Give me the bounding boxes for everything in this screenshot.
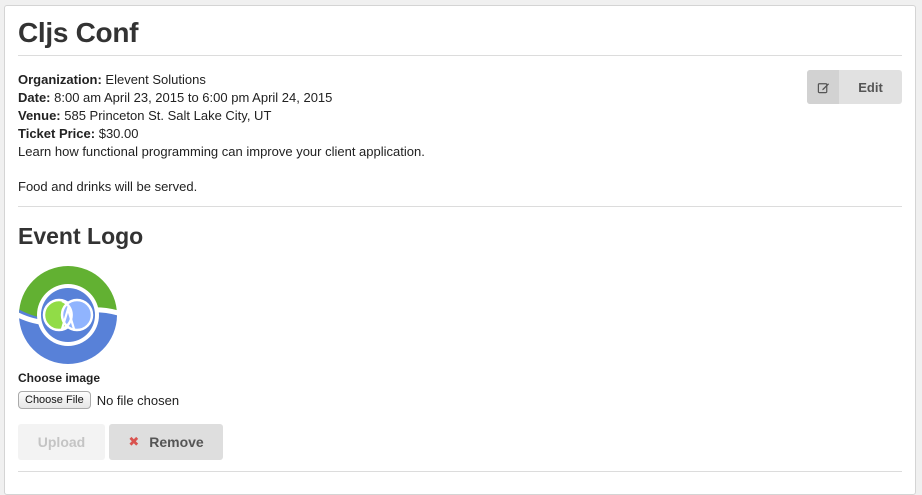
- date-value: 8:00 am April 23, 2015 to 6:00 pm April …: [54, 90, 333, 105]
- file-input: Choose File No file chosen: [18, 391, 179, 409]
- price-label: Ticket Price:: [18, 126, 96, 141]
- upload-label: Upload: [37, 434, 86, 450]
- divider: [18, 471, 902, 472]
- venue-value: 585 Princeton St. Salt Lake City, UT: [64, 108, 272, 123]
- remove-label: Remove: [149, 434, 204, 450]
- file-status-text: No file chosen: [96, 392, 180, 408]
- divider: [18, 206, 902, 207]
- date-row: Date: 8:00 am April 23, 2015 to 6:00 pm …: [18, 89, 425, 107]
- edit-label: Edit: [858, 79, 883, 95]
- page-title: Cljs Conf: [18, 17, 139, 48]
- price-row: Ticket Price: $30.00: [18, 125, 425, 143]
- date-label: Date:: [18, 90, 51, 105]
- remove-button[interactable]: ✖ Remove: [109, 424, 223, 460]
- choose-file-button[interactable]: Choose File: [18, 391, 91, 409]
- organization-value: Elevent Solutions: [105, 72, 206, 87]
- event-logo-image: [18, 266, 118, 364]
- venue-row: Venue: 585 Princeton St. Salt Lake City,…: [18, 107, 425, 125]
- organization-label: Organization:: [18, 72, 102, 87]
- edit-button[interactable]: Edit: [807, 70, 902, 104]
- organization-row: Organization: Elevent Solutions: [18, 71, 425, 89]
- price-value: $30.00: [98, 126, 139, 141]
- description-line-1: Learn how functional programming can imp…: [18, 144, 425, 159]
- close-icon: ✖: [128, 434, 140, 449]
- section-heading-event-logo: Event Logo: [18, 223, 144, 249]
- choose-image-label: Choose image: [18, 371, 101, 385]
- edit-icon: [807, 70, 839, 104]
- upload-button[interactable]: Upload: [18, 424, 105, 460]
- event-details: Organization: Elevent Solutions Date: 8:…: [18, 71, 425, 196]
- event-panel: Cljs Conf Organization: Elevent Solution…: [4, 5, 916, 495]
- divider: [18, 55, 902, 56]
- venue-label: Venue:: [18, 108, 61, 123]
- description-line-2: Food and drinks will be served.: [18, 179, 198, 194]
